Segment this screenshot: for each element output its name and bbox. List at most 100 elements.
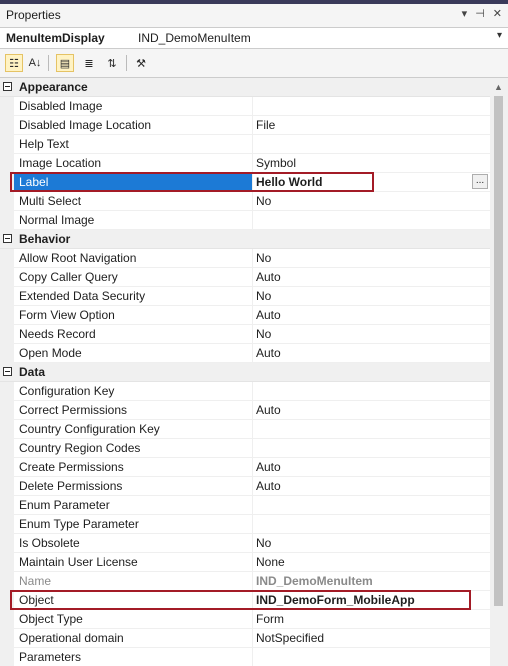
column-divider — [252, 173, 253, 192]
row-gutter — [0, 458, 14, 477]
sort-az-icon: A↓ — [28, 57, 42, 69]
property-value[interactable]: IND_DemoForm_MobileApp — [256, 593, 415, 607]
property-row[interactable]: Copy Caller Query Auto — [0, 268, 490, 287]
property-name: Operational domain — [19, 631, 124, 645]
property-row[interactable]: Delete Permissions Auto — [0, 477, 490, 496]
property-name: Label — [19, 175, 49, 189]
row-gutter — [0, 173, 14, 192]
property-value[interactable]: No — [256, 327, 271, 341]
property-value[interactable]: None — [256, 555, 285, 569]
property-row[interactable]: Extended Data Security No — [0, 287, 490, 306]
property-row[interactable]: Country Configuration Key — [0, 420, 490, 439]
pin-icon[interactable]: ⊣ — [475, 7, 485, 20]
scroll-up-arrow-icon[interactable]: ▲ — [494, 82, 503, 92]
row-gutter — [0, 154, 14, 173]
ellipsis-button[interactable]: ... — [472, 174, 488, 189]
property-value[interactable]: Auto — [256, 270, 281, 284]
sort-icon: ⇅ — [107, 57, 117, 70]
vertical-scrollbar[interactable]: ▲ — [490, 78, 508, 666]
property-row[interactable]: Maintain User License None — [0, 553, 490, 572]
property-row[interactable]: Create Permissions Auto — [0, 458, 490, 477]
column-divider — [252, 572, 253, 591]
property-value[interactable]: Auto — [256, 460, 281, 474]
column-divider — [252, 382, 253, 401]
column-divider — [252, 135, 253, 154]
row-gutter — [0, 534, 14, 553]
object-name-label: IND_DemoMenuItem — [138, 31, 251, 45]
property-row[interactable]: Disabled Image Location File — [0, 116, 490, 135]
alphabetical-view-button[interactable]: A↓ — [26, 54, 44, 72]
property-value[interactable]: No — [256, 289, 271, 303]
property-value[interactable]: IND_DemoMenuItem — [256, 574, 373, 588]
column-divider — [252, 496, 253, 515]
property-row[interactable]: Image Location Symbol — [0, 154, 490, 173]
property-row[interactable]: Correct Permissions Auto — [0, 401, 490, 420]
property-row[interactable]: Allow Root Navigation No — [0, 249, 490, 268]
property-row[interactable]: Enum Parameter — [0, 496, 490, 515]
category-label: Data — [19, 365, 46, 379]
wrench-button[interactable]: ⚒ — [132, 54, 150, 72]
object-selector[interactable]: MenuItemDisplay IND_DemoMenuItem ▾ — [0, 27, 508, 49]
row-gutter — [0, 306, 14, 325]
property-value[interactable]: Symbol — [256, 156, 296, 170]
category-label: Behavior — [19, 232, 71, 246]
property-value[interactable]: No — [256, 536, 271, 550]
property-row[interactable]: Multi Select No — [0, 192, 490, 211]
scrollbar-thumb[interactable] — [494, 96, 503, 606]
property-row[interactable]: Normal Image — [0, 211, 490, 230]
property-row[interactable]: Object IND_DemoForm_MobileApp — [0, 591, 490, 610]
property-row[interactable]: Disabled Image — [0, 97, 490, 116]
property-row[interactable]: Is Obsolete No — [0, 534, 490, 553]
column-divider — [252, 648, 253, 666]
category-data[interactable]: Data — [0, 363, 490, 382]
collapse-icon[interactable] — [3, 234, 12, 243]
property-name: Country Configuration Key — [19, 422, 160, 436]
properties-toolbar: ☷ A↓ ▤ ≣ ⇅ ⚒ — [0, 50, 508, 78]
collapse-icon[interactable] — [3, 367, 12, 376]
property-row[interactable]: Parameters — [0, 648, 490, 666]
column-divider — [252, 401, 253, 420]
property-row[interactable]: Operational domain NotSpecified — [0, 629, 490, 648]
events-icon: ≣ — [84, 57, 94, 70]
chevron-down-icon[interactable]: ▾ — [497, 30, 502, 41]
row-gutter — [0, 211, 14, 230]
property-value[interactable]: No — [256, 251, 271, 265]
property-value[interactable]: Hello World — [256, 175, 322, 189]
selection-highlight — [14, 173, 252, 192]
property-value[interactable]: Auto — [256, 479, 281, 493]
property-row[interactable]: Needs Record No — [0, 325, 490, 344]
column-divider — [252, 211, 253, 230]
property-row[interactable]: Country Region Codes — [0, 439, 490, 458]
categorized-view-button[interactable]: ☷ — [5, 54, 23, 72]
property-value[interactable]: Form — [256, 612, 284, 626]
row-gutter — [0, 268, 14, 287]
window-menu-dropdown-icon[interactable]: ▾ — [462, 7, 468, 20]
property-pages-button[interactable]: ▤ — [56, 54, 74, 72]
property-value[interactable]: NotSpecified — [256, 631, 324, 645]
property-name: Object — [19, 593, 54, 607]
property-value[interactable]: No — [256, 194, 271, 208]
category-appearance[interactable]: Appearance — [0, 78, 490, 97]
property-value[interactable]: Auto — [256, 403, 281, 417]
property-row[interactable]: Form View Option Auto — [0, 306, 490, 325]
property-value[interactable]: Auto — [256, 346, 281, 360]
column-divider — [252, 515, 253, 534]
row-gutter — [0, 382, 14, 401]
property-row[interactable]: Name IND_DemoMenuItem — [0, 572, 490, 591]
row-gutter — [0, 439, 14, 458]
property-row[interactable]: Open Mode Auto — [0, 344, 490, 363]
property-value[interactable]: Auto — [256, 308, 281, 322]
close-icon[interactable]: ✕ — [493, 7, 502, 20]
sort-button[interactable]: ⇅ — [103, 54, 121, 72]
property-name: Enum Parameter — [19, 498, 110, 512]
property-row[interactable]: Enum Type Parameter — [0, 515, 490, 534]
property-row[interactable]: Help Text — [0, 135, 490, 154]
column-divider — [252, 591, 253, 610]
property-row[interactable]: Object Type Form — [0, 610, 490, 629]
events-button[interactable]: ≣ — [80, 54, 98, 72]
collapse-icon[interactable] — [3, 82, 12, 91]
property-row[interactable]: Label Hello World... — [0, 173, 490, 192]
category-behavior[interactable]: Behavior — [0, 230, 490, 249]
property-value[interactable]: File — [256, 118, 275, 132]
property-row[interactable]: Configuration Key — [0, 382, 490, 401]
